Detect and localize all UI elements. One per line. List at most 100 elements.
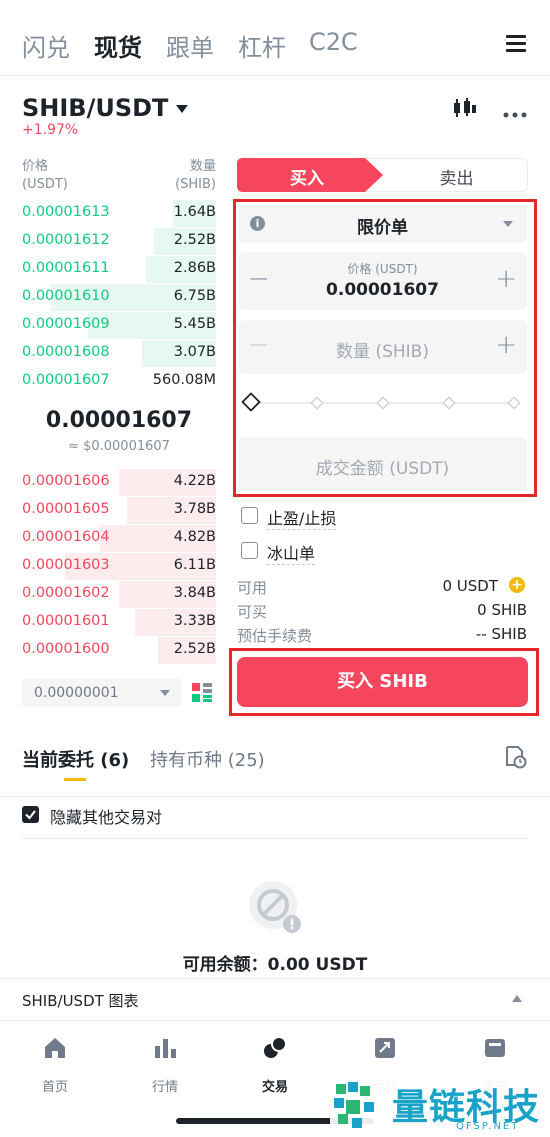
bid-row[interactable]: 0.00001613 1.64B [22, 200, 216, 228]
bid-row[interactable]: 0.00001610 6.75B [22, 284, 216, 312]
tab-spot[interactable]: 现货 [94, 28, 142, 63]
add-funds-icon[interactable]: + [509, 577, 525, 593]
candlestick-icon[interactable] [452, 98, 478, 118]
bid-row[interactable]: 0.00001607 560.08M [22, 368, 216, 396]
ask-qty: 3.33B [173, 613, 216, 629]
ask-price: 0.00001602 [22, 585, 110, 601]
divider [0, 1020, 550, 1021]
nav-home[interactable]: 首页 [0, 1076, 110, 1095]
watermark-logo [334, 1082, 374, 1128]
bid-price: 0.00001607 [22, 372, 110, 388]
ask-qty: 3.78B [173, 501, 216, 517]
caret-down-icon [160, 690, 170, 696]
nav-trade[interactable]: 交易 [220, 1076, 330, 1095]
highlight-box [229, 648, 539, 716]
divider [22, 838, 528, 839]
mid-price-usd: ≈ $0.00001607 [68, 439, 170, 454]
tpsl-label[interactable]: 止盈/止损 [267, 505, 337, 530]
tpsl-checkbox[interactable] [241, 507, 258, 524]
orderbook-layout-icon[interactable] [192, 683, 212, 703]
fee-value: -- SHIB [475, 625, 527, 643]
ask-row[interactable]: 0.00001604 4.82B [22, 525, 216, 553]
ask-qty: 2.52B [173, 641, 216, 657]
order-history-icon[interactable] [505, 745, 527, 769]
bid-price: 0.00001609 [22, 316, 110, 332]
bid-qty: 3.07B [173, 344, 216, 360]
tab-swap[interactable]: 闪兑 [22, 28, 70, 63]
bid-qty: 560.08M [152, 372, 216, 388]
ask-row[interactable]: 0.00001602 3.84B [22, 581, 216, 609]
pair-selector[interactable]: SHIB/USDT [22, 94, 189, 122]
watermark: 量链科技 QFSP.NET [330, 1078, 550, 1136]
ask-qty: 4.22B [173, 473, 216, 489]
qty-header: 数量 (SHIB) [175, 159, 216, 192]
divider [0, 978, 550, 979]
highlight-box [233, 199, 537, 497]
wallet-icon [485, 1039, 505, 1057]
top-navigation: 闪兑 现货 跟单 杠杆 C2C [0, 0, 550, 76]
divider [0, 796, 550, 797]
ask-row[interactable]: 0.00001600 2.52B [22, 637, 216, 665]
more-icon[interactable] [503, 103, 527, 118]
ask-price: 0.00001606 [22, 473, 110, 489]
depth-value: 0.00000001 [34, 685, 119, 701]
ask-qty: 6.11B [173, 557, 216, 573]
sell-tab[interactable]: 卖出 [385, 164, 528, 189]
caret-up-icon[interactable] [512, 995, 522, 1002]
ask-row[interactable]: 0.00001603 6.11B [22, 553, 216, 581]
bid-price: 0.00001610 [22, 288, 110, 304]
nav-markets[interactable]: 行情 [110, 1076, 220, 1095]
bid-price: 0.00001613 [22, 204, 110, 220]
bid-row[interactable]: 0.00001609 5.45B [22, 312, 216, 340]
tab-open-orders[interactable]: 当前委托 (6) [22, 746, 129, 772]
active-tab-indicator [64, 778, 86, 781]
price-header: 价格 (USDT) [22, 159, 68, 192]
ask-row[interactable]: 0.00001606 4.22B [22, 469, 216, 497]
bid-price: 0.00001612 [22, 232, 110, 248]
bid-qty: 2.86B [173, 260, 216, 276]
iceberg-label[interactable]: 冰山单 [267, 540, 316, 565]
ask-price: 0.00001601 [22, 613, 110, 629]
futures-icon [375, 1038, 395, 1058]
ask-price: 0.00001603 [22, 557, 110, 573]
available-label: 可用 [237, 579, 268, 597]
watermark-site: QFSP.NET [456, 1121, 520, 1132]
bid-qty: 1.64B [173, 204, 216, 220]
ask-qty: 4.82B [173, 529, 216, 545]
depth-selector[interactable]: 0.00000001 [22, 679, 182, 707]
ask-price: 0.00001605 [22, 501, 110, 517]
bid-row[interactable]: 0.00001608 3.07B [22, 340, 216, 368]
mid-price-block: 0.00001607 ≈ $0.00001607 [22, 408, 216, 454]
available-value: 0 USDT [442, 577, 498, 595]
fee-label: 预估手续费 [237, 627, 313, 645]
tab-copy-trading[interactable]: 跟单 [166, 28, 214, 63]
bid-qty: 5.45B [173, 316, 216, 332]
home-icon [45, 1038, 65, 1058]
chart-bar-label[interactable]: SHIB/USDT 图表 [22, 990, 139, 1011]
caret-down-icon [176, 105, 189, 113]
buy-tab[interactable]: 买入 [237, 164, 377, 189]
ask-qty: 3.84B [173, 585, 216, 601]
empty-state-icon: ! [246, 878, 304, 936]
hide-other-pairs-checkbox[interactable] [22, 806, 39, 823]
bid-row[interactable]: 0.00001612 2.52B [22, 228, 216, 256]
price-change: +1.97% [22, 122, 79, 138]
available-balance: 可用余额：0.00 USDT [182, 955, 368, 975]
ask-row[interactable]: 0.00001605 3.78B [22, 497, 216, 525]
menu-icon[interactable] [506, 35, 526, 53]
bid-row[interactable]: 0.00001611 2.86B [22, 256, 216, 284]
pair-symbol: SHIB/USDT [22, 94, 169, 122]
bid-qty: 2.52B [173, 232, 216, 248]
tab-margin[interactable]: 杠杆 [238, 28, 286, 63]
bid-price: 0.00001611 [22, 260, 110, 276]
ask-row[interactable]: 0.00001601 3.33B [22, 609, 216, 637]
iceberg-checkbox[interactable] [241, 542, 258, 559]
tab-holdings[interactable]: 持有币种 (25) [150, 746, 265, 772]
svg-text:!: ! [289, 918, 295, 933]
market-icon [155, 1039, 176, 1058]
hide-other-pairs-label[interactable]: 隐藏其他交易对 [50, 804, 162, 828]
mid-price: 0.00001607 [45, 408, 193, 433]
ask-price: 0.00001600 [22, 641, 110, 657]
ask-price: 0.00001604 [22, 529, 110, 545]
tab-c2c[interactable]: C2C [309, 28, 358, 56]
